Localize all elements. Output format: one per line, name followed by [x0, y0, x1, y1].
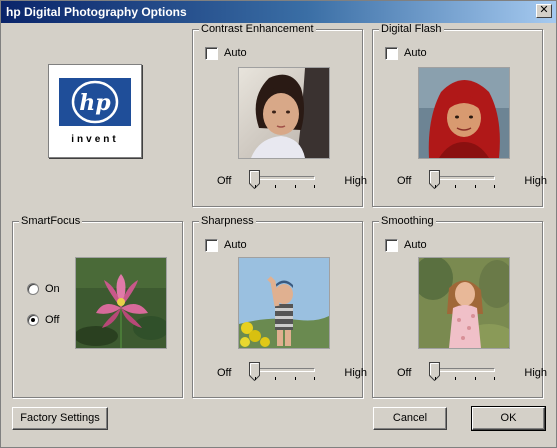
- hp-logo: hp invent: [48, 64, 142, 158]
- contrast-enhancement-group: Contrast Enhancement Auto Off High: [192, 23, 367, 207]
- hp-logo-mark: hp: [79, 90, 111, 116]
- slider-track[interactable]: [255, 176, 315, 180]
- smoothing-auto-checkbox[interactable]: [385, 238, 398, 252]
- smartfocus-on-radio[interactable]: [27, 283, 39, 295]
- checkbox-label: Auto: [404, 47, 427, 59]
- hp-logo-tagline: invent: [71, 134, 118, 145]
- sharpness-group: Sharpness Auto Off High: [192, 215, 367, 398]
- smartfocus-group: SmartFocus On Off: [12, 215, 183, 398]
- ok-button[interactable]: OK: [471, 406, 546, 431]
- sharpness-auto-checkbox[interactable]: [205, 238, 218, 252]
- smoothing-auto-option[interactable]: Auto: [385, 238, 427, 252]
- radio-label: Off: [45, 314, 60, 326]
- slider-off-label: Off: [217, 367, 232, 379]
- flash-slider[interactable]: Off High: [397, 170, 547, 192]
- slider-high-label: High: [524, 367, 547, 379]
- slider-high-label: High: [524, 175, 547, 187]
- cancel-button[interactable]: Cancel: [373, 407, 447, 430]
- sharpness-auto-option[interactable]: Auto: [205, 238, 247, 252]
- close-button[interactable]: ✕: [536, 4, 552, 18]
- sharpness-slider[interactable]: Off High: [217, 362, 367, 384]
- contrast-auto-checkbox[interactable]: [205, 46, 218, 60]
- contrast-auto-option[interactable]: Auto: [205, 46, 247, 60]
- smartfocus-preview-image: [75, 257, 167, 349]
- flash-auto-option[interactable]: Auto: [385, 46, 427, 60]
- flash-auto-checkbox[interactable]: [385, 46, 398, 60]
- slider-off-label: Off: [397, 367, 412, 379]
- smartfocus-on-option[interactable]: On: [27, 282, 60, 296]
- checkbox-label: Auto: [224, 47, 247, 59]
- group-title: SmartFocus: [19, 215, 83, 227]
- slider-ticks: [435, 185, 495, 189]
- smoothing-group: Smoothing Auto Off High: [372, 215, 547, 398]
- factory-settings-button[interactable]: Factory Settings: [12, 407, 108, 430]
- flash-preview-image: [418, 67, 510, 159]
- digital-flash-group: Digital Flash Auto Off High: [372, 23, 547, 207]
- group-title: Sharpness: [199, 215, 256, 227]
- hp-invent-logo-icon: hp invent: [49, 65, 141, 157]
- contrast-preview-image: [238, 67, 330, 159]
- checkbox-label: Auto: [404, 239, 427, 251]
- slider-track[interactable]: [255, 368, 315, 372]
- group-title: Contrast Enhancement: [199, 23, 316, 35]
- slider-track[interactable]: [435, 176, 495, 180]
- slider-ticks: [255, 185, 315, 189]
- group-title: Digital Flash: [379, 23, 444, 35]
- slider-ticks: [255, 377, 315, 381]
- contrast-slider[interactable]: Off High: [217, 170, 367, 192]
- dialog-window: hp Digital Photography Options ✕ hp inve…: [0, 0, 557, 448]
- smoothing-preview-image: [418, 257, 510, 349]
- window-title: hp Digital Photography Options: [6, 5, 187, 19]
- slider-off-label: Off: [217, 175, 232, 187]
- smartfocus-off-radio[interactable]: [27, 314, 39, 326]
- slider-high-label: High: [344, 175, 367, 187]
- smartfocus-off-option[interactable]: Off: [27, 313, 59, 327]
- radio-label: On: [45, 283, 60, 295]
- slider-high-label: High: [344, 367, 367, 379]
- close-icon: ✕: [539, 4, 549, 16]
- slider-off-label: Off: [397, 175, 412, 187]
- slider-track[interactable]: [435, 368, 495, 372]
- sharpness-preview-image: [238, 257, 330, 349]
- slider-ticks: [435, 377, 495, 381]
- checkbox-label: Auto: [224, 239, 247, 251]
- smoothing-slider[interactable]: Off High: [397, 362, 547, 384]
- title-bar[interactable]: hp Digital Photography Options ✕: [1, 1, 556, 23]
- group-title: Smoothing: [379, 215, 436, 227]
